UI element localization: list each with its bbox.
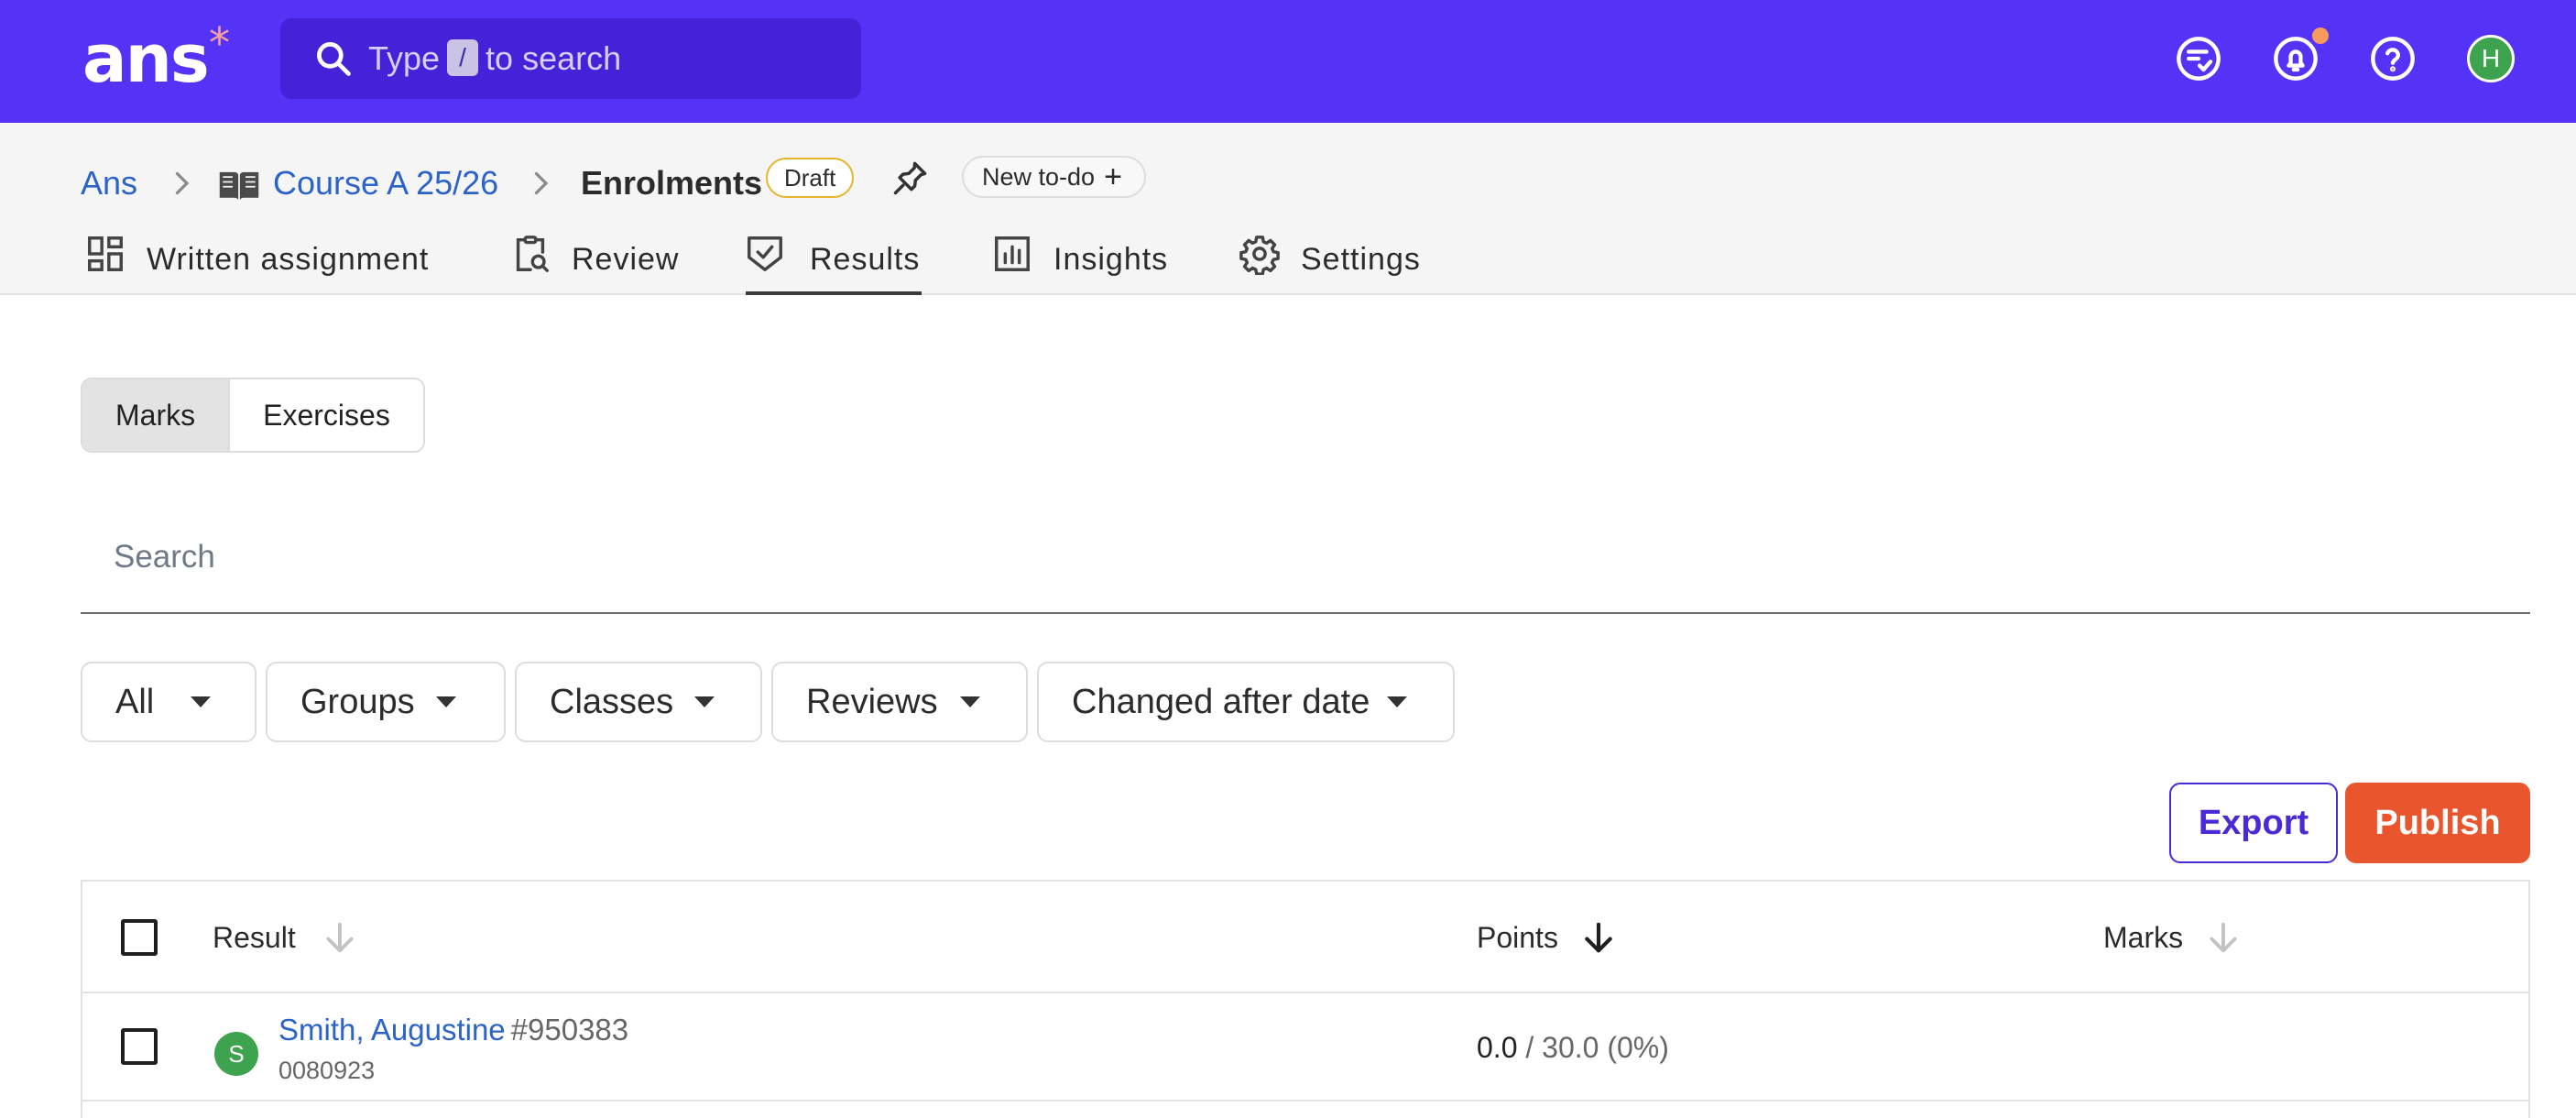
search-input[interactable]: Search: [81, 519, 2530, 614]
logo[interactable]: ans: [82, 13, 210, 104]
caret-down-icon: [436, 696, 456, 707]
chevron-right-icon: [534, 171, 549, 195]
caret-down-icon: [960, 696, 980, 707]
caret-down-icon: [1387, 696, 1407, 707]
filter-label: All: [115, 683, 155, 721]
row-checkbox[interactable]: [121, 1028, 158, 1065]
bell-icon[interactable]: [2272, 35, 2319, 82]
points-total: / 30.0 (0%): [1525, 1031, 1669, 1064]
clipboard-search-icon: [516, 236, 549, 272]
logo-asterisk: *: [209, 18, 230, 68]
publish-button[interactable]: Publish: [2345, 783, 2530, 863]
tab-insights[interactable]: Insights: [991, 220, 1174, 295]
page-header: Ans Course A 25/26 Enrolments Draft New …: [0, 123, 2576, 295]
page-title: Enrolments: [581, 164, 763, 202]
tab-settings[interactable]: Settings: [1239, 220, 1431, 295]
toggle-exercises[interactable]: Exercises: [230, 379, 423, 451]
student-name: Smith, Augustine: [278, 1013, 506, 1047]
toggle-marks[interactable]: Marks: [82, 379, 231, 451]
search-placeholder: Search: [114, 539, 215, 575]
breadcrumb-course[interactable]: Course A 25/26: [273, 158, 498, 209]
caret-down-icon: [191, 696, 211, 707]
plus-icon: +: [1104, 159, 1122, 194]
new-todo-label: New to-do: [982, 163, 1096, 191]
column-header-marks[interactable]: Marks: [2103, 882, 2183, 993]
search-hint-suffix: to search: [486, 39, 622, 77]
filter-label: Groups: [300, 683, 415, 721]
filter-changed-after-date-dropdown[interactable]: Changed after date: [1037, 662, 1455, 742]
select-all-checkbox[interactable]: [121, 919, 158, 956]
user-avatar[interactable]: H: [2467, 35, 2515, 82]
shield-check-icon: [748, 236, 782, 271]
top-bar: ans * Type / to search H: [0, 0, 2576, 123]
tab-written-assignment[interactable]: Written assignment: [84, 220, 451, 295]
global-search-hint: Type / to search: [368, 18, 621, 99]
search-icon: [317, 42, 351, 76]
filter-label: Changed after date: [1072, 683, 1370, 721]
new-todo-button[interactable]: New to-do +: [962, 156, 1146, 198]
help-icon[interactable]: [2369, 35, 2417, 82]
student-avatar: S: [214, 1032, 258, 1076]
book-icon: [219, 171, 259, 200]
filter-classes-dropdown[interactable]: Classes: [515, 662, 762, 742]
points-scored: 0.0: [1477, 1031, 1518, 1064]
student-id: 0080923: [278, 1057, 376, 1084]
search-hint-prefix: Type: [368, 39, 441, 77]
gear-icon: [1239, 236, 1280, 275]
tab-label: Written assignment: [147, 242, 430, 277]
filter-groups-dropdown[interactable]: Groups: [266, 662, 506, 742]
tab-label: Results: [810, 242, 921, 277]
table-row[interactable]: S Smith, Augustine #950383 0080923 0.0 / …: [82, 993, 2528, 1102]
caret-down-icon: [694, 696, 715, 707]
filter-reviews-dropdown[interactable]: Reviews: [771, 662, 1028, 742]
todo-list-icon[interactable]: [2175, 35, 2222, 82]
view-toggle: Marks Exercises: [81, 378, 425, 453]
breadcrumb-root[interactable]: Ans: [81, 158, 137, 209]
student-name-link[interactable]: Smith, Augustine #950383: [278, 1008, 628, 1052]
global-search[interactable]: Type / to search: [280, 18, 861, 99]
tab-label: Insights: [1053, 242, 1169, 277]
notification-dot: [2312, 27, 2329, 44]
points-value: 0.0 / 30.0 (0%): [1477, 993, 1669, 1102]
status-badge: Draft: [766, 158, 855, 198]
tab-label: Review: [572, 242, 680, 277]
results-table: Result Points Marks S Smith, Augustine #9…: [81, 880, 2530, 1118]
search-shortcut-key: /: [447, 39, 479, 76]
column-header-result[interactable]: Result: [213, 882, 296, 993]
pin-icon[interactable]: [890, 158, 931, 198]
sort-arrow-active-icon[interactable]: [1581, 918, 1616, 957]
student-number: #950383: [510, 1013, 629, 1047]
export-button[interactable]: Export: [2169, 783, 2338, 863]
column-header-points[interactable]: Points: [1477, 882, 1558, 993]
sort-arrow-icon[interactable]: [2206, 918, 2241, 957]
chevron-right-icon: [175, 171, 190, 195]
filter-label: Classes: [550, 683, 674, 721]
tab-review[interactable]: Review: [509, 220, 682, 295]
filter-all-dropdown[interactable]: All: [81, 662, 257, 742]
table-header: Result Points Marks: [82, 882, 2528, 993]
tab-label: Settings: [1301, 242, 1421, 277]
dashboard-icon: [88, 236, 123, 271]
tab-results[interactable]: Results: [746, 220, 922, 295]
sort-arrow-icon[interactable]: [322, 918, 357, 957]
filter-label: Reviews: [806, 683, 938, 721]
bar-chart-icon: [995, 236, 1030, 271]
